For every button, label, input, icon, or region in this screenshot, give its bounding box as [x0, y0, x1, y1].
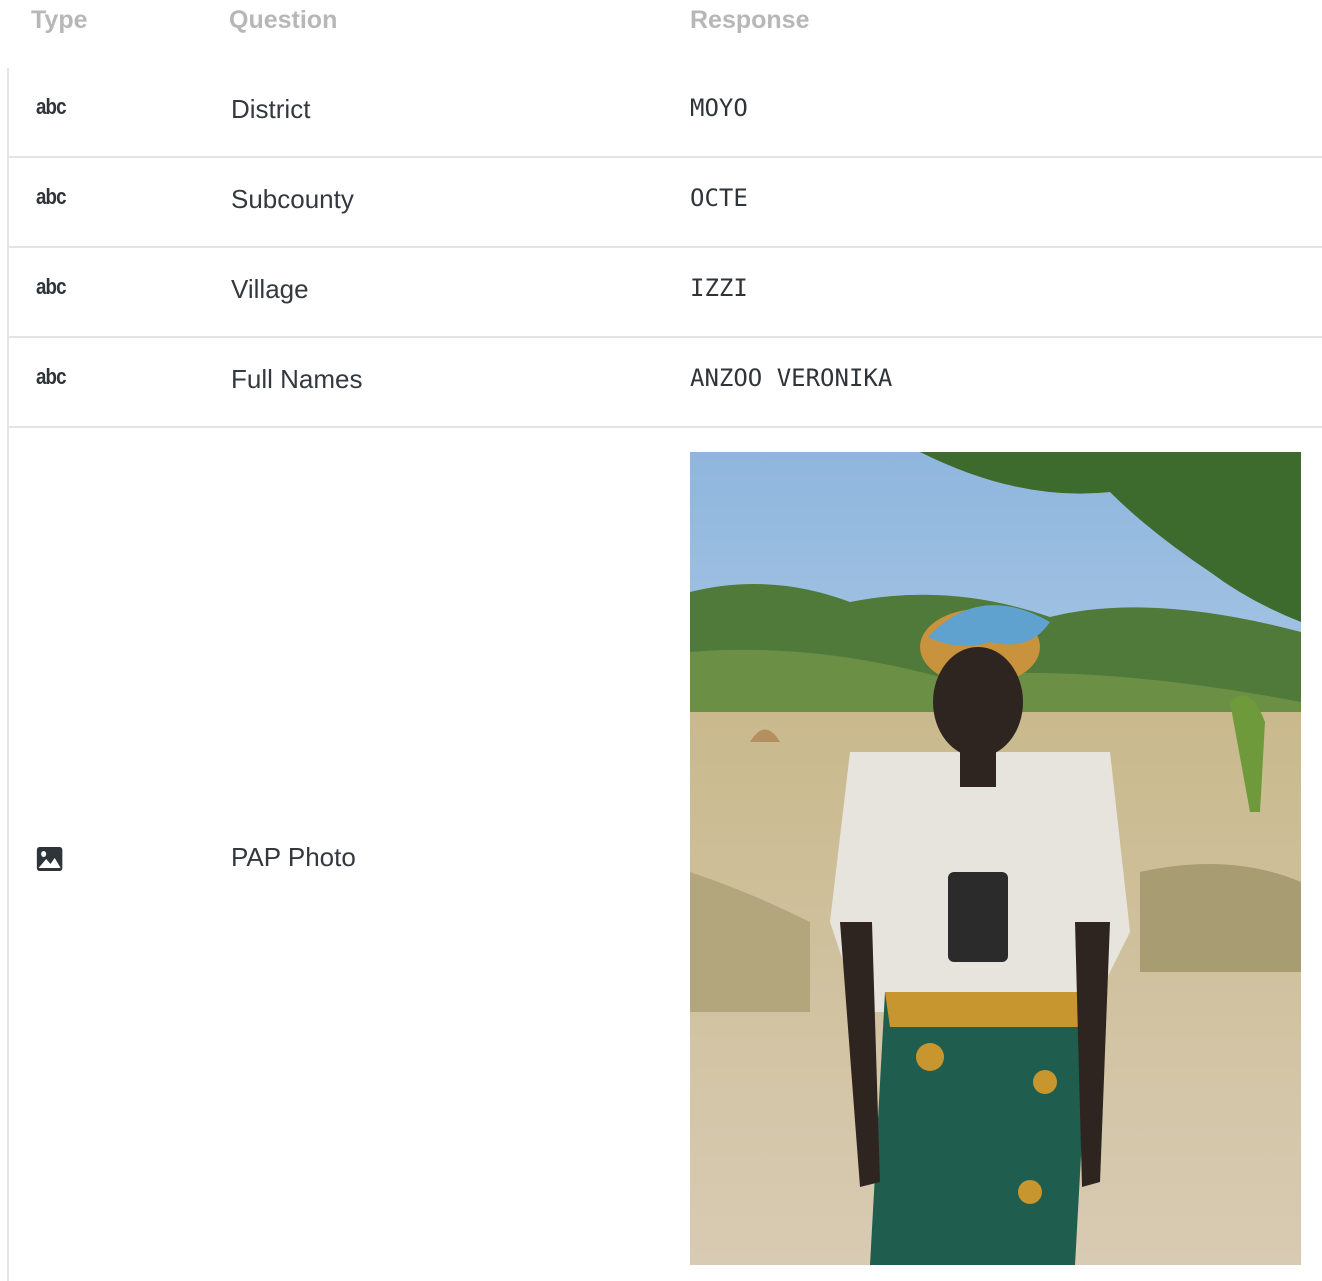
question-label: District — [231, 94, 311, 124]
pap-photo-image — [690, 452, 1301, 1265]
table-row: PAP Photo — [9, 428, 1322, 1281]
column-header-type: Type — [31, 6, 88, 34]
question-label: Village — [231, 274, 309, 304]
pap-photo[interactable] — [690, 452, 1301, 1265]
column-header-response: Response — [690, 6, 810, 34]
image-icon-svg — [36, 847, 63, 871]
column-header-question: Question — [229, 6, 338, 34]
response-value: IZZI — [690, 274, 748, 302]
response-value: OCTE — [690, 184, 748, 212]
table-row: abc Full Names ANZOO VERONIKA — [9, 338, 1322, 428]
text-type-icon: abc — [36, 274, 67, 299]
table-row: abc District MOYO — [9, 68, 1322, 158]
text-type-icon: abc — [36, 94, 67, 119]
image-icon — [36, 846, 63, 878]
question-label: PAP Photo — [231, 842, 356, 872]
response-value: MOYO — [690, 94, 748, 122]
table-row: abc Subcounty OCTE — [9, 158, 1322, 248]
response-value: ANZOO VERONIKA — [690, 364, 893, 392]
question-label: Subcounty — [231, 184, 354, 214]
table-row: abc Village IZZI — [9, 248, 1322, 338]
question-label: Full Names — [231, 364, 363, 394]
responses-table: abc District MOYO abc Subcounty OCTE abc… — [7, 68, 1322, 1281]
text-type-icon: abc — [36, 184, 67, 209]
text-type-icon: abc — [36, 364, 67, 389]
